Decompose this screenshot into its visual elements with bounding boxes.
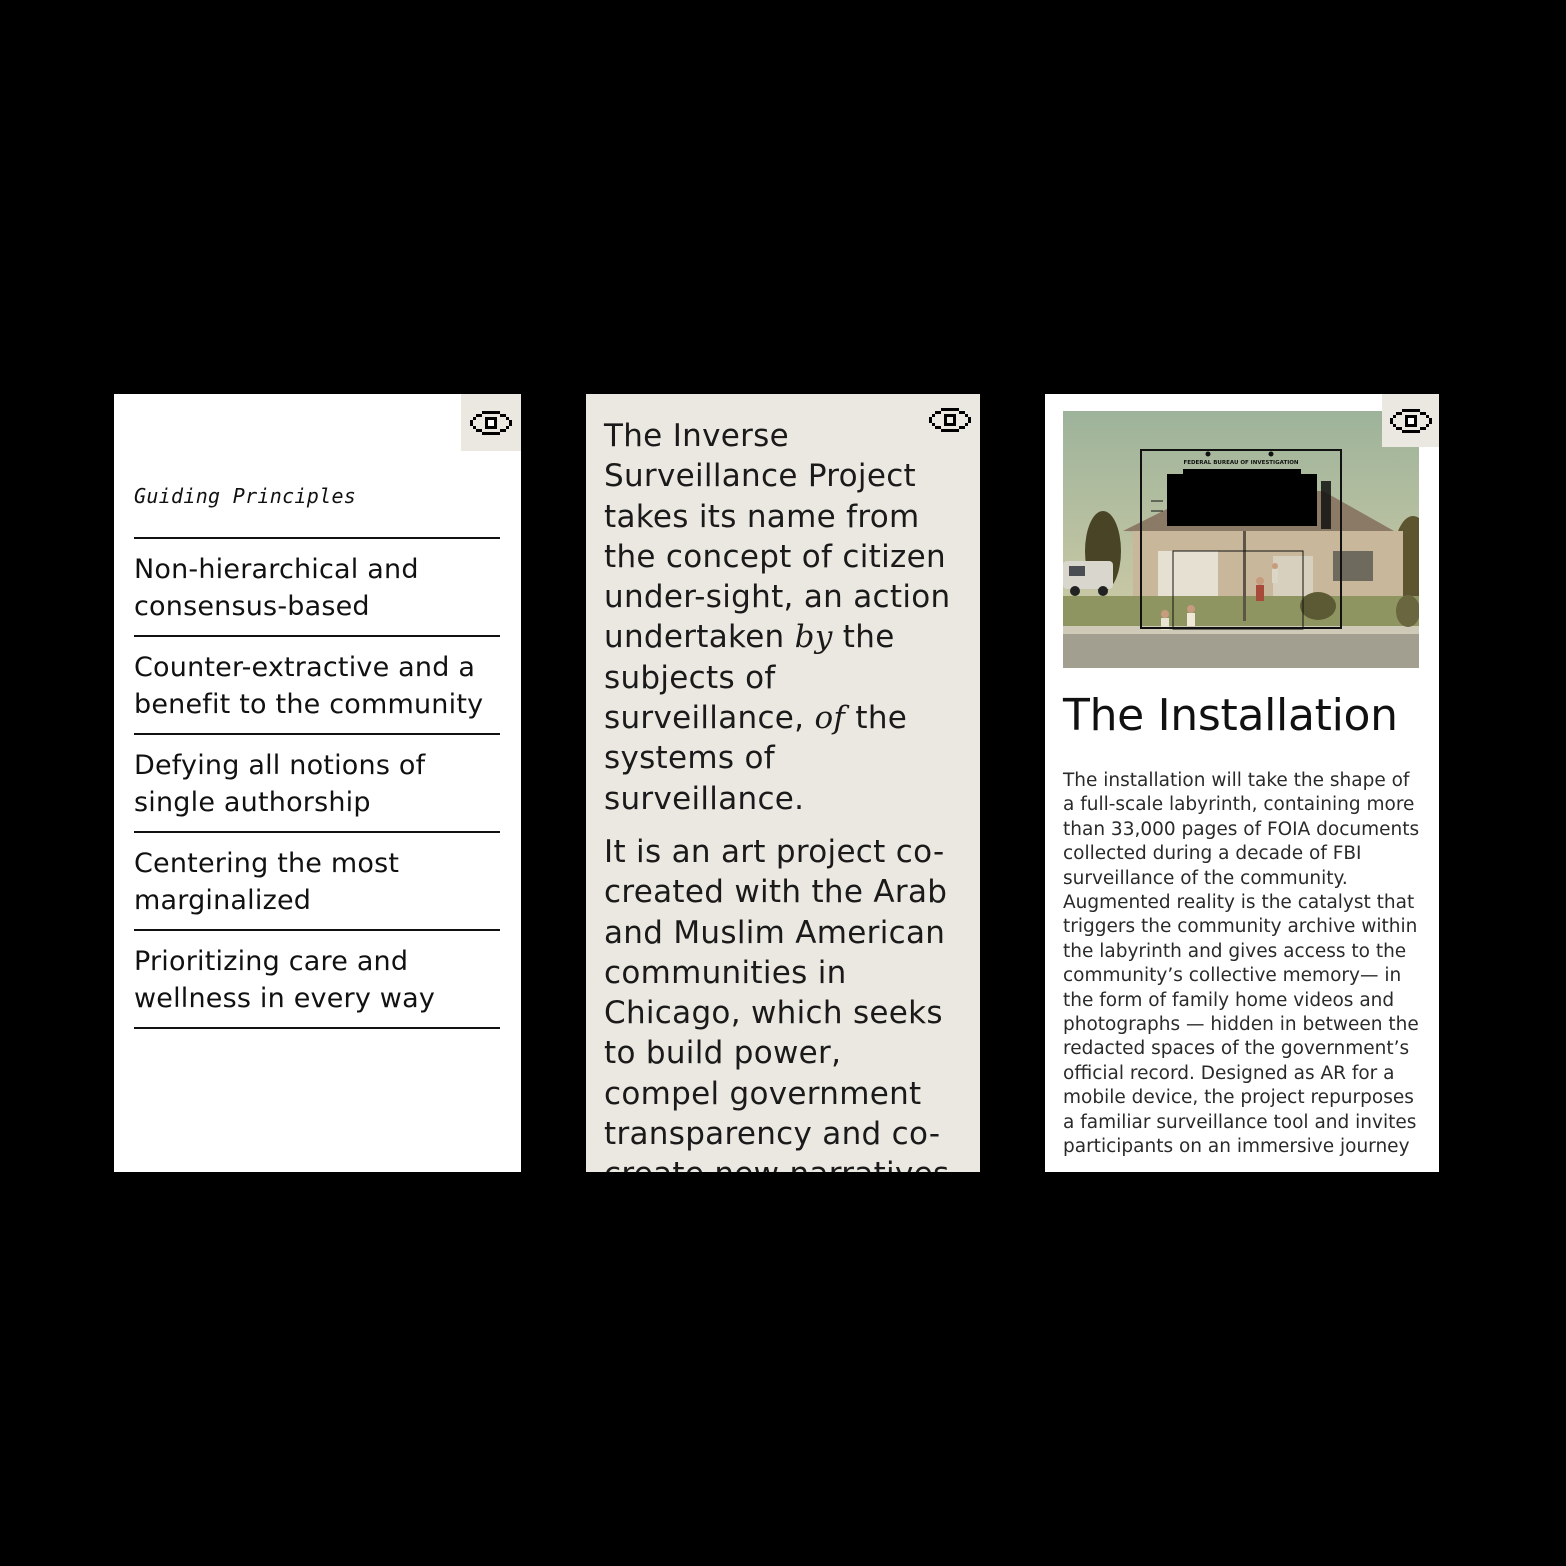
list-item: Non-hierarchical and consensus-based [134, 539, 500, 637]
surveillance-collage-image: FEDERAL BUREAU OF INVESTIGATION [1063, 411, 1419, 668]
phone-screen-about: The Inverse Surveillance Project takes i… [586, 394, 980, 1172]
phone-screen-guiding-principles: Guiding Principles Non-hierarchical and … [114, 394, 521, 1172]
eye-button[interactable] [461, 394, 521, 451]
list-item: Defying all notions of single authorship [134, 735, 500, 833]
list-item: Counter-extractive and a benefit to the … [134, 637, 500, 735]
installation-photo: FEDERAL BUREAU OF INVESTIGATION [1063, 411, 1419, 668]
phone-screen-installation: FEDERAL BUREAU OF INVESTIGATION The Inst… [1045, 394, 1439, 1172]
list-item: Centering the most marginalized [134, 833, 500, 931]
document-header: FEDERAL BUREAU OF INVESTIGATION [1183, 460, 1298, 466]
eye-icon [470, 410, 512, 435]
text-span: The Inverse Surveillance Project takes i… [604, 418, 951, 656]
emphasis: of [814, 700, 846, 737]
emphasis: by [794, 619, 833, 656]
installation-description: The installation will take the shape of … [1063, 770, 1420, 1158]
essay-paragraph-2: It is an art project co-created with the… [604, 833, 949, 1172]
section-title: The Installation [1063, 690, 1398, 741]
list-item: Prioritizing care and wellness in every … [134, 931, 500, 1029]
principles-list: Non-hierarchical and consensus-based Cou… [134, 537, 500, 1029]
eye-icon [1389, 408, 1432, 433]
section-heading: Guiding Principles [134, 484, 357, 508]
essay-text: The Inverse Surveillance Project takes i… [604, 416, 966, 1172]
eye-button[interactable] [1382, 394, 1439, 447]
essay-paragraph-1: The Inverse Surveillance Project takes i… [604, 416, 966, 819]
